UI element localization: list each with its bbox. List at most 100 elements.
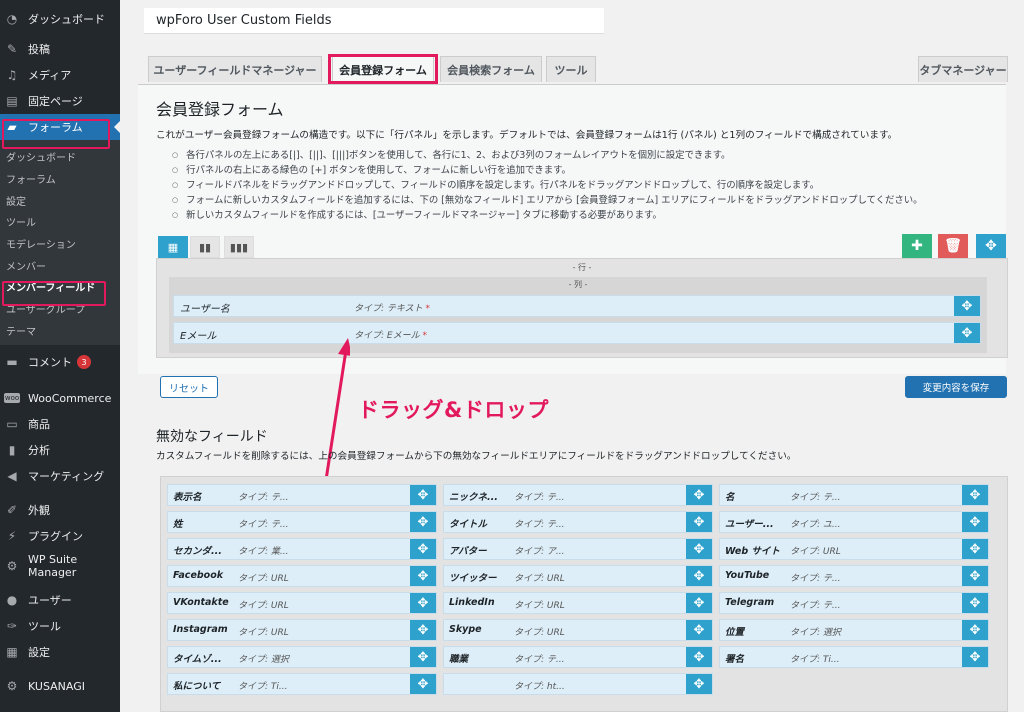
dashboard-icon: ◔ — [6, 12, 18, 26]
move-icon[interactable]: ✥ — [962, 539, 988, 559]
three-column-button[interactable]: ▮▮▮ — [224, 236, 254, 258]
menu-analytics[interactable]: ▮ 分析 — [0, 437, 120, 463]
move-icon[interactable]: ✥ — [410, 593, 436, 613]
move-icon[interactable]: ✥ — [410, 647, 436, 667]
row-panel[interactable]: - 行 - - 列 - ユーザー名 タイプ: テキスト * ✥ Eメール タイプ… — [156, 258, 1008, 358]
inactive-field-card[interactable]: LinkedIn タイプ: URL ✥ — [443, 592, 713, 614]
move-icon[interactable]: ✥ — [686, 647, 712, 667]
field-username[interactable]: ユーザー名 タイプ: テキスト * ✥ — [173, 295, 981, 317]
inactive-field-card[interactable]: 職業 タイプ: テ... ✥ — [443, 646, 713, 668]
move-icon[interactable]: ✥ — [686, 674, 712, 694]
inactive-field-card[interactable]: ツイッター タイプ: URL ✥ — [443, 565, 713, 587]
menu-settings[interactable]: ▦ 設定 — [0, 639, 120, 665]
inactive-field-card[interactable]: VKontakte タイプ: URL ✥ — [167, 592, 437, 614]
inactive-field-card[interactable]: 署名 タイプ: Ti... ✥ — [719, 646, 989, 668]
move-icon[interactable]: ✥ — [686, 593, 712, 613]
inactive-field-card[interactable]: Skype タイプ: URL ✥ — [443, 619, 713, 641]
move-icon[interactable]: ✥ — [686, 539, 712, 559]
menu-appearance[interactable]: ✐ 外観 — [0, 497, 120, 523]
move-icon[interactable]: ✥ — [954, 296, 980, 316]
menu-tools[interactable]: ✑ ツール — [0, 613, 120, 639]
field-type: タイプ: Eメール * — [354, 331, 427, 341]
inactive-field-card[interactable]: ニックネ... タイプ: テ... ✥ — [443, 484, 713, 506]
tab-user-field-manager[interactable]: ユーザーフィールドマネージャー — [148, 56, 322, 82]
inactive-field-card[interactable]: 私について タイプ: Ti... ✥ — [167, 673, 437, 695]
inactive-field-card[interactable]: 名 タイプ: テ... ✥ — [719, 484, 989, 506]
menu-wp-suite-manager[interactable]: ⚙ WP Suite Manager — [0, 549, 120, 583]
inactive-field-card[interactable]: Instagram タイプ: URL ✥ — [167, 619, 437, 641]
forum-icon: ▰ — [7, 120, 17, 134]
menu-posts[interactable]: ✎ 投稿 — [0, 36, 120, 62]
reset-button[interactable]: リセット — [160, 376, 218, 398]
inactive-field-card[interactable]: ユーザー... タイプ: ユ... ✥ — [719, 511, 989, 533]
inactive-field-card[interactable]: Telegram タイプ: テ... ✥ — [719, 592, 989, 614]
move-icon[interactable]: ✥ — [962, 512, 988, 532]
inactive-field-card[interactable]: 表示名 タイプ: テ... ✥ — [167, 484, 437, 506]
submenu-forums[interactable]: フォーラム — [0, 168, 120, 190]
move-icon[interactable]: ✥ — [962, 485, 988, 505]
move-icon[interactable]: ✥ — [686, 485, 712, 505]
inactive-field-card[interactable]: 姓 タイプ: テ... ✥ — [167, 511, 437, 533]
menu-dashboard[interactable]: ◔ ダッシュボード — [0, 6, 120, 32]
menu-kusanagi[interactable]: ⚙ KUSANAGI — [0, 673, 120, 699]
submenu-usergroups[interactable]: ユーザーグループ — [0, 298, 120, 320]
inactive-field-card[interactable]: タイムゾ... タイプ: 選択 ✥ — [167, 646, 437, 668]
move-icon[interactable]: ✥ — [962, 647, 988, 667]
move-icon[interactable]: ✥ — [962, 593, 988, 613]
menu-woocommerce[interactable]: woo WooCommerce — [0, 385, 120, 411]
move-icon[interactable]: ✥ — [410, 512, 436, 532]
tab-member-search-form[interactable]: 会員検索フォーム — [440, 56, 542, 82]
move-icon[interactable]: ✥ — [686, 512, 712, 532]
inactive-field-card[interactable]: タイトル タイプ: テ... ✥ — [443, 511, 713, 533]
move-row-button[interactable]: ✥ — [976, 234, 1006, 258]
move-icon[interactable]: ✥ — [686, 566, 712, 586]
move-icon[interactable]: ✥ — [962, 566, 988, 586]
one-column-button[interactable]: ▦ — [158, 236, 188, 258]
inactive-field-card[interactable]: セカンダ... タイプ: 業... ✥ — [167, 538, 437, 560]
field-type: タイプ: 業... — [238, 547, 289, 557]
inactive-field-card[interactable]: Web サイト タイプ: URL ✥ — [719, 538, 989, 560]
submenu-members[interactable]: メンバー — [0, 254, 120, 276]
user-icon: ● — [6, 593, 18, 608]
menu-users[interactable]: ● ユーザー — [0, 587, 120, 613]
move-icon[interactable]: ✥ — [962, 620, 988, 640]
save-changes-button[interactable]: 変更内容を保存 — [905, 376, 1007, 398]
megaphone-icon: ◀ — [7, 469, 17, 484]
menu-comments[interactable]: ▬ コメント 3 — [0, 349, 120, 375]
field-email[interactable]: Eメール タイプ: Eメール * ✥ — [173, 322, 981, 344]
move-icon[interactable]: ✥ — [410, 566, 436, 586]
submenu-themes[interactable]: テーマ — [0, 320, 120, 342]
move-icon[interactable]: ✥ — [686, 620, 712, 640]
menu-marketing[interactable]: ◀ マーケティング — [0, 463, 120, 489]
field-name: 職業 — [449, 654, 469, 665]
inactive-field-card[interactable]: アバター タイプ: ア... ✥ — [443, 538, 713, 560]
menu-forum[interactable]: ▰ フォーラム — [0, 114, 120, 140]
menu-media[interactable]: ♫ メディア — [0, 62, 120, 88]
submenu-member-fields[interactable]: メンバーフィールド — [0, 276, 120, 298]
menu-plugins[interactable]: ⚡ プラグイン — [0, 523, 120, 549]
move-icon[interactable]: ✥ — [410, 620, 436, 640]
move-icon[interactable]: ✥ — [410, 674, 436, 694]
row-label: - 行 - — [572, 263, 592, 272]
add-row-button[interactable]: ✚ — [902, 234, 932, 258]
inactive-field-card[interactable]: YouTube タイプ: テ... ✥ — [719, 565, 989, 587]
submenu-moderation[interactable]: モデレーション — [0, 233, 120, 255]
tab-tab-manager[interactable]: タブマネージャー — [918, 56, 1008, 82]
inactive-fields-area: 表示名 タイプ: テ... ✥ 姓タイプ: テ... ✥ セカンダ... タイプ: 業...… — [160, 476, 1008, 712]
inactive-field-card[interactable]: Facebook タイプ: URL ✥ — [167, 565, 437, 587]
field-name: Web サイト — [725, 546, 780, 557]
move-icon[interactable]: ✥ — [954, 323, 980, 343]
field-type: タイプ: テ... — [238, 520, 289, 530]
move-icon[interactable]: ✥ — [410, 539, 436, 559]
submenu-dashboard[interactable]: ダッシュボード — [0, 146, 120, 168]
move-icon[interactable]: ✥ — [410, 485, 436, 505]
tab-tools[interactable]: ツール — [546, 56, 596, 82]
menu-products[interactable]: ▭ 商品 — [0, 411, 120, 437]
inactive-field-card[interactable]: 位置 タイプ: 選択 ✥ — [719, 619, 989, 641]
submenu-settings[interactable]: 設定 — [0, 189, 120, 211]
menu-pages[interactable]: ▤ 固定ページ — [0, 88, 120, 114]
two-column-button[interactable]: ▮▮ — [190, 236, 220, 258]
submenu-tools[interactable]: ツール — [0, 211, 120, 233]
delete-row-button[interactable]: 🗑 — [938, 234, 968, 258]
inactive-field-card[interactable]: タイプ: ht... ✥ — [443, 673, 713, 695]
